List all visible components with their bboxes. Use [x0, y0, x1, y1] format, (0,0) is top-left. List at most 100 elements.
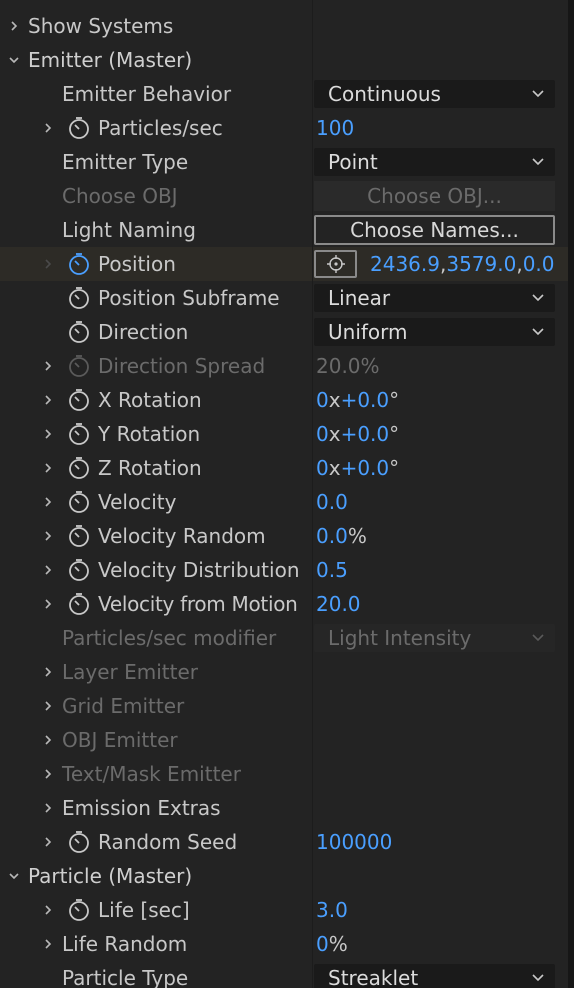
- particles-sec-modifier-label: Particles/sec modifier: [62, 626, 277, 650]
- position-value[interactable]: 2436.9,3579.0,0.0: [370, 247, 555, 281]
- direction-spread-row: Direction Spread 20.0%: [0, 349, 568, 383]
- chevron-right-icon[interactable]: [42, 360, 54, 372]
- stopwatch-icon[interactable]: [66, 591, 92, 617]
- chevron-right-icon[interactable]: [42, 666, 54, 678]
- particle-type-dropdown[interactable]: Streaklet: [314, 964, 555, 988]
- chevron-right-icon[interactable]: [42, 462, 54, 474]
- stopwatch-icon[interactable]: [66, 523, 92, 549]
- stopwatch-icon[interactable]: [66, 829, 92, 855]
- show-systems-row[interactable]: Show Systems: [0, 9, 568, 43]
- grid-emitter-row[interactable]: Grid Emitter: [0, 689, 568, 723]
- stopwatch-icon[interactable]: [66, 285, 92, 311]
- emission-extras-row[interactable]: Emission Extras: [0, 791, 568, 825]
- stopwatch-icon[interactable]: [66, 319, 92, 345]
- chevron-right-icon[interactable]: [42, 938, 54, 950]
- stopwatch-icon[interactable]: [66, 489, 92, 515]
- position-subframe-dropdown[interactable]: Linear: [314, 284, 555, 312]
- emitter-behavior-value: Continuous: [328, 82, 441, 106]
- stopwatch-icon[interactable]: [66, 897, 92, 923]
- velocity-random-value[interactable]: 0.0%: [316, 519, 367, 553]
- chevron-right-icon[interactable]: [42, 394, 54, 406]
- chevron-right-icon[interactable]: [42, 428, 54, 440]
- velocity-value[interactable]: 0.0: [316, 485, 348, 519]
- z-rotation-value[interactable]: 0x+0.0°: [316, 451, 399, 485]
- life-value[interactable]: 3.0: [316, 893, 348, 927]
- chevron-down-icon: [532, 90, 544, 98]
- particle-type-value: Streaklet: [328, 966, 419, 988]
- particles-sec-modifier-row: Particles/sec modifier Light Intensity: [0, 621, 568, 655]
- y-rotation-label: Y Rotation: [98, 422, 201, 446]
- position-subframe-value: Linear: [328, 286, 391, 310]
- particle-group-header[interactable]: Particle (Master): [0, 859, 568, 893]
- stopwatch-icon[interactable]: [66, 115, 92, 141]
- particles-sec-value[interactable]: 100: [316, 111, 354, 145]
- choose-obj-row: Choose OBJ Choose OBJ...: [0, 179, 568, 213]
- chevron-right-icon[interactable]: [42, 734, 54, 746]
- choose-obj-button-label: Choose OBJ...: [367, 184, 502, 208]
- emitter-behavior-row: Emitter Behavior Continuous: [0, 77, 568, 111]
- chevron-right-icon[interactable]: [42, 564, 54, 576]
- chevron-right-icon[interactable]: [42, 700, 54, 712]
- particle-group-title: Particle (Master): [28, 864, 193, 888]
- chevron-down-icon: [532, 634, 544, 642]
- particle-type-row: Particle Type Streaklet: [0, 961, 568, 988]
- stopwatch-icon[interactable]: [66, 421, 92, 447]
- panel-edge: [568, 0, 574, 988]
- chevron-down-icon: [532, 158, 544, 166]
- position-z[interactable]: 0.0: [523, 252, 555, 276]
- emitter-type-dropdown[interactable]: Point: [314, 148, 555, 176]
- chevron-down-icon[interactable]: [8, 54, 20, 66]
- chevron-right-icon[interactable]: [42, 122, 54, 134]
- stopwatch-icon[interactable]: [66, 251, 92, 277]
- emitter-behavior-dropdown[interactable]: Continuous: [314, 80, 555, 108]
- effect-controls-panel: Show Systems Emitter (Master) Emitter Be…: [0, 0, 574, 988]
- chevron-right-icon[interactable]: [42, 836, 54, 848]
- x-rotation-label: X Rotation: [98, 388, 202, 412]
- show-systems-label: Show Systems: [28, 14, 174, 38]
- grid-emitter-label: Grid Emitter: [62, 694, 185, 718]
- chevron-right-icon[interactable]: [42, 530, 54, 542]
- direction-value: Uniform: [328, 320, 408, 344]
- crosshair-icon: [326, 255, 345, 273]
- stopwatch-icon[interactable]: [66, 557, 92, 583]
- text-mask-emitter-row[interactable]: Text/Mask Emitter: [0, 757, 568, 791]
- position-row: Position 2436.9,3579.0,0.0: [0, 247, 568, 281]
- direction-dropdown[interactable]: Uniform: [314, 318, 555, 346]
- chevron-right-icon[interactable]: [8, 20, 20, 32]
- x-rotation-value[interactable]: 0x+0.0°: [316, 383, 399, 417]
- layer-emitter-label: Layer Emitter: [62, 660, 199, 684]
- choose-names-button[interactable]: Choose Names...: [314, 215, 555, 245]
- z-rotation-row: Z Rotation 0x+0.0°: [0, 451, 568, 485]
- stopwatch-icon[interactable]: [66, 387, 92, 413]
- y-rotation-value[interactable]: 0x+0.0°: [316, 417, 399, 451]
- chevron-down-icon: [532, 328, 544, 336]
- life-random-label: Life Random: [62, 932, 188, 956]
- position-x[interactable]: 2436.9: [370, 252, 440, 276]
- choose-obj-button[interactable]: Choose OBJ...: [314, 181, 555, 211]
- chevron-down-icon[interactable]: [8, 870, 20, 882]
- obj-emitter-row[interactable]: OBJ Emitter: [0, 723, 568, 757]
- life-random-value[interactable]: 0%: [316, 927, 348, 961]
- chevron-right-icon[interactable]: [42, 496, 54, 508]
- chevron-right-icon[interactable]: [42, 598, 54, 610]
- chevron-down-icon: [532, 294, 544, 302]
- direction-spread-value: 20.0%: [316, 354, 380, 378]
- velocity-distribution-label: Velocity Distribution: [98, 558, 300, 582]
- emitter-group-header[interactable]: Emitter (Master): [0, 43, 568, 77]
- stopwatch-icon[interactable]: [66, 455, 92, 481]
- velocity-distribution-value[interactable]: 0.5: [316, 553, 348, 587]
- position-target-button[interactable]: [314, 250, 357, 278]
- velocity-from-motion-value[interactable]: 20.0: [316, 587, 361, 621]
- random-seed-label: Random Seed: [98, 830, 238, 854]
- chevron-right-icon[interactable]: [42, 904, 54, 916]
- chevron-right-icon[interactable]: [42, 768, 54, 780]
- direction-spread-label: Direction Spread: [98, 354, 266, 378]
- layer-emitter-row[interactable]: Layer Emitter: [0, 655, 568, 689]
- text-mask-emitter-label: Text/Mask Emitter: [62, 762, 241, 786]
- position-y[interactable]: 3579.0: [446, 252, 516, 276]
- velocity-random-label: Velocity Random: [98, 524, 266, 548]
- random-seed-value[interactable]: 100000: [316, 825, 392, 859]
- position-subframe-row: Position Subframe Linear: [0, 281, 568, 315]
- chevron-right-icon[interactable]: [42, 258, 54, 270]
- chevron-right-icon[interactable]: [42, 802, 54, 814]
